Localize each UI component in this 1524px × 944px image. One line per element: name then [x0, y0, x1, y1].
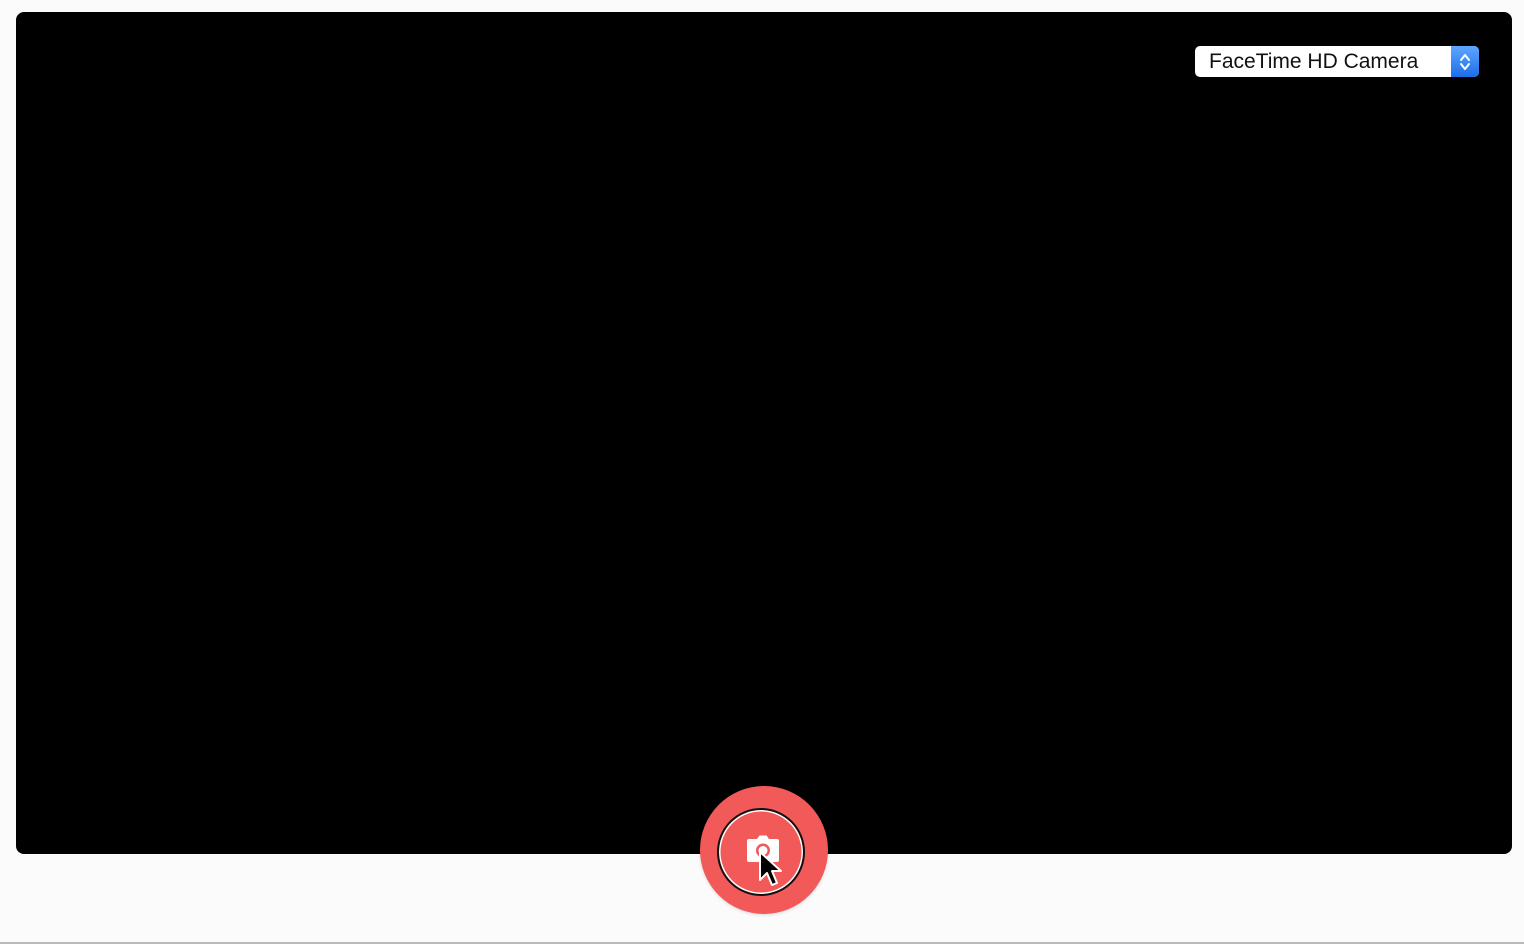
camera-select[interactable]: FaceTime HD Camera	[1195, 46, 1479, 77]
capture-button[interactable]	[700, 786, 828, 914]
camera-preview: FaceTime HD Camera	[16, 12, 1512, 854]
select-arrows-icon	[1451, 46, 1479, 77]
camera-select-value: FaceTime HD Camera	[1209, 49, 1419, 73]
camera-icon	[746, 835, 780, 868]
